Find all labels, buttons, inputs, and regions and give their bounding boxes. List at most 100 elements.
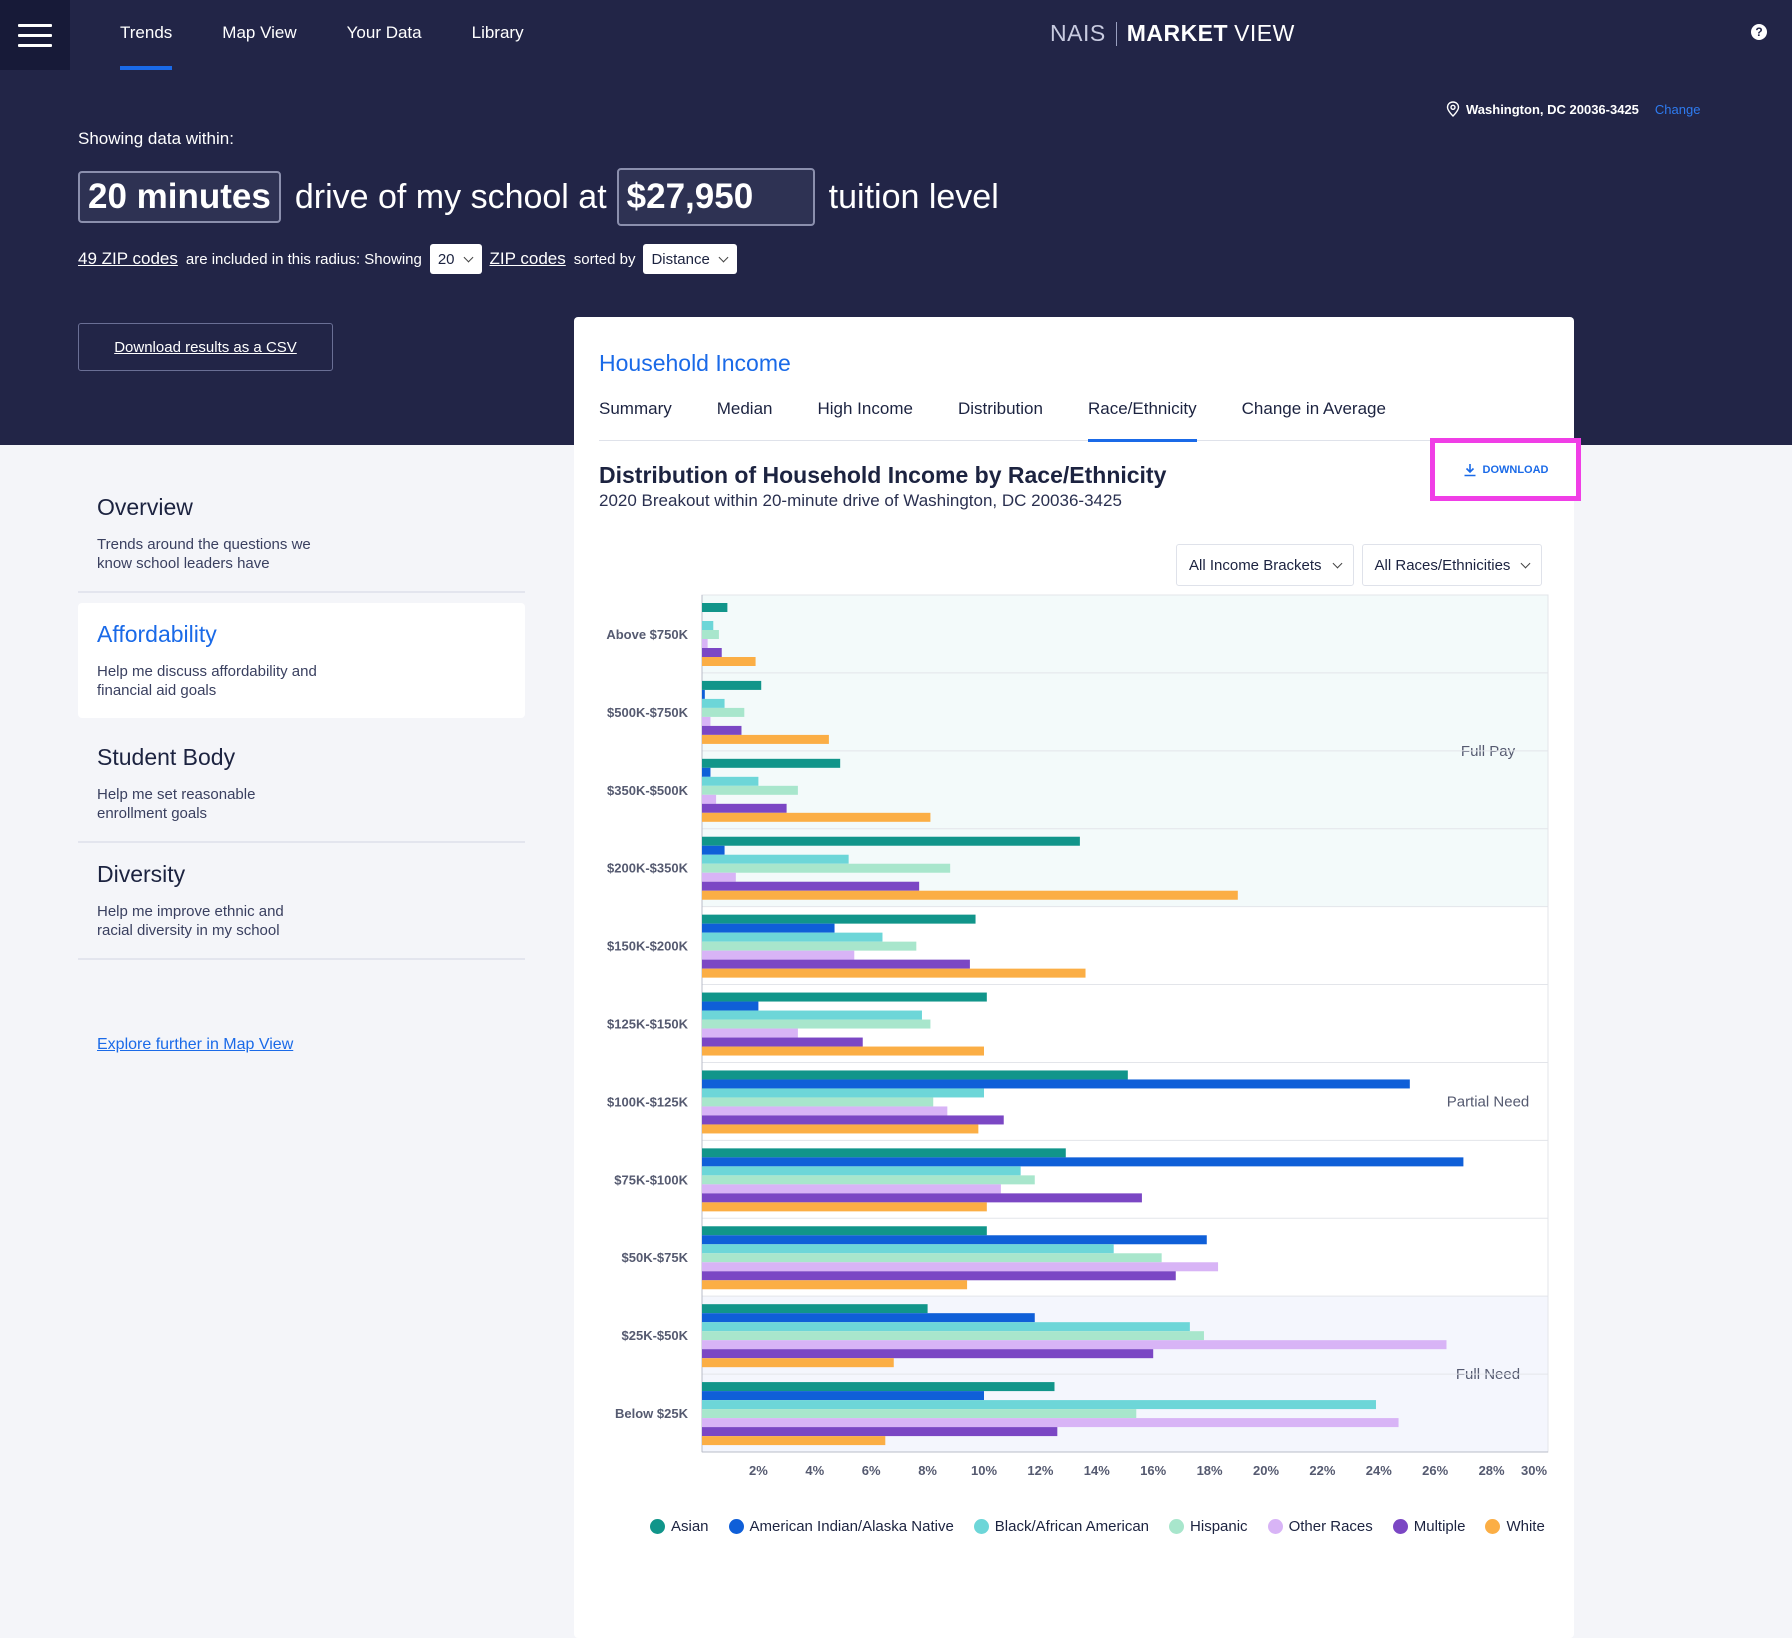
explore-map-view-link[interactable]: Explore further in Map View bbox=[97, 1036, 293, 1054]
tab-change-in-average[interactable]: Change in Average bbox=[1242, 394, 1386, 441]
tab-high-income[interactable]: High Income bbox=[818, 394, 913, 441]
menu-icon-bar bbox=[18, 23, 52, 27]
chart-bar bbox=[702, 836, 1080, 846]
legend-item[interactable]: White bbox=[1485, 1518, 1545, 1535]
sidebar-item-title: Diversity bbox=[97, 861, 186, 887]
showing-label: Showing data within: bbox=[78, 129, 234, 148]
download-csv-button[interactable]: Download results as a CSV bbox=[78, 323, 333, 371]
sidebar-item-student-body[interactable]: Student Body Help me set reasonable enro… bbox=[78, 726, 525, 843]
chart-bar bbox=[702, 603, 728, 612]
chart-bar bbox=[702, 630, 719, 639]
chart-bar bbox=[702, 1175, 1035, 1185]
legend-item[interactable]: American Indian/Alaska Native bbox=[728, 1518, 954, 1535]
income-bracket-select[interactable]: All Income Brackets bbox=[1176, 544, 1354, 586]
nav-map-view[interactable]: Map View bbox=[222, 0, 296, 70]
hamburger-menu-button[interactable] bbox=[0, 0, 70, 70]
chevron-down-icon bbox=[1332, 558, 1342, 568]
sidebar-item-title: Overview bbox=[97, 494, 193, 520]
menu-icon-bar bbox=[18, 33, 52, 37]
brand-nais: NAIS bbox=[1050, 20, 1106, 46]
sidebar-item-overview[interactable]: Overview Trends around the questions we … bbox=[78, 476, 525, 593]
tuition-text: tuition level bbox=[828, 177, 999, 216]
help-icon[interactable]: ? bbox=[1751, 24, 1767, 40]
tab-race-ethnicity[interactable]: Race/Ethnicity bbox=[1087, 394, 1197, 442]
chart-x-tick-label: 26% bbox=[1422, 1463, 1448, 1478]
chart-bar bbox=[702, 968, 1086, 978]
location-pin-icon bbox=[1446, 101, 1460, 117]
tab-median[interactable]: Median bbox=[717, 394, 773, 441]
chart-x-tick-label: 20% bbox=[1253, 1463, 1279, 1478]
chart-bar bbox=[702, 758, 841, 768]
zip-codes-link[interactable]: ZIP codes bbox=[490, 249, 566, 269]
change-location-link[interactable]: Change bbox=[1655, 102, 1701, 117]
legend-swatch bbox=[728, 1519, 744, 1534]
chart-bar bbox=[702, 845, 725, 855]
tab-distribution[interactable]: Distribution bbox=[958, 394, 1043, 441]
chart-bar bbox=[702, 1313, 1035, 1323]
brand-separator bbox=[1115, 21, 1117, 46]
chart-bar bbox=[702, 1262, 1219, 1272]
chart-category-label: Below $25K bbox=[615, 1406, 689, 1421]
sidebar-item-affordability[interactable]: Affordability Help me discuss affordabil… bbox=[78, 603, 525, 718]
drive-time-input[interactable]: 20 minutes bbox=[78, 171, 281, 223]
chart-x-tick-label: 4% bbox=[805, 1463, 824, 1478]
location-bar: Washington, DC 20036-3425 Change bbox=[1446, 101, 1700, 117]
zip-row: 49 ZIP codes are included in this radius… bbox=[78, 244, 737, 274]
tuition-input[interactable]: $27,950 bbox=[616, 168, 815, 226]
legend-label: Black/African American bbox=[994, 1518, 1150, 1535]
chart-x-tick-label: 24% bbox=[1366, 1463, 1392, 1478]
chart-subtitle: 2020 Breakout within 20-minute drive of … bbox=[599, 491, 1122, 510]
chart-bar bbox=[702, 1340, 1447, 1350]
sort-select[interactable]: Distance bbox=[643, 244, 737, 274]
chart-x-tick-label: 12% bbox=[1027, 1463, 1053, 1478]
sidebar-item-desc: Help me improve ethnic and racial divers… bbox=[97, 903, 284, 939]
tab-summary[interactable]: Summary bbox=[599, 394, 672, 441]
nav-your-data[interactable]: Your Data bbox=[347, 0, 422, 70]
chart-bar bbox=[702, 1226, 987, 1236]
chart-category-label: $100K-$125K bbox=[607, 1094, 689, 1109]
chart-bar bbox=[702, 1001, 759, 1011]
radius-headline: 20 minutes drive of my school at $27,950… bbox=[78, 168, 1009, 226]
sidebar: Overview Trends around the questions we … bbox=[78, 476, 525, 960]
download-label: DOWNLOAD bbox=[1482, 463, 1549, 476]
sidebar-item-desc: Help me set reasonable enrollment goals bbox=[97, 786, 256, 822]
chart-x-tick-label: 30% bbox=[1521, 1463, 1547, 1478]
legend-item[interactable]: Black/African American bbox=[973, 1518, 1150, 1535]
chart-bar bbox=[702, 854, 849, 864]
zip-show-value: 20 bbox=[437, 250, 455, 268]
zip-show-select[interactable]: 20 bbox=[429, 244, 482, 274]
chart-bar bbox=[702, 914, 976, 924]
chart-legend: Asian American Indian/Alaska Native Black/… bbox=[650, 1518, 1550, 1535]
chart-bar bbox=[702, 1349, 1154, 1359]
chart-category-label: $50K-$75K bbox=[622, 1250, 689, 1265]
brand-logo: NAIS MARKET VIEW bbox=[1050, 20, 1295, 47]
chart-bar bbox=[702, 1070, 1128, 1080]
legend-label: Asian bbox=[671, 1518, 709, 1535]
chart-bar bbox=[702, 1115, 1004, 1125]
chart-title: Distribution of Household Income by Race… bbox=[599, 462, 1167, 488]
chart-bar bbox=[702, 1010, 922, 1020]
legend-label: Multiple bbox=[1413, 1518, 1466, 1535]
nav-library[interactable]: Library bbox=[472, 0, 524, 70]
sidebar-item-desc: Trends around the questions we know scho… bbox=[97, 536, 311, 572]
nav-trends[interactable]: Trends bbox=[120, 0, 173, 70]
chart-bar bbox=[702, 1331, 1204, 1341]
legend-item[interactable]: Hispanic bbox=[1169, 1518, 1248, 1535]
sidebar-item-diversity[interactable]: Diversity Help me improve ethnic and rac… bbox=[78, 843, 525, 960]
chart-bar bbox=[702, 932, 883, 942]
chart-x-tick-label: 16% bbox=[1140, 1463, 1166, 1478]
chart-bar bbox=[702, 1418, 1399, 1428]
download-chart-button[interactable]: DOWNLOAD bbox=[1430, 438, 1581, 501]
zip-count-link[interactable]: 49 ZIP codes bbox=[78, 249, 178, 269]
income-bracket-value: All Income Brackets bbox=[1189, 556, 1322, 574]
chart-bar bbox=[702, 812, 931, 822]
race-ethnicity-select[interactable]: All Races/Ethnicities bbox=[1361, 544, 1543, 586]
legend-item[interactable]: Other Races bbox=[1267, 1518, 1373, 1535]
chart-bar bbox=[702, 1019, 931, 1029]
chart-bar bbox=[702, 1124, 979, 1134]
legend-item[interactable]: Asian bbox=[650, 1518, 709, 1535]
chart-x-tick-label: 6% bbox=[862, 1463, 881, 1478]
chart-bar bbox=[702, 1046, 984, 1056]
legend-item[interactable]: Multiple bbox=[1392, 1518, 1466, 1535]
chart-bar bbox=[702, 1322, 1190, 1332]
